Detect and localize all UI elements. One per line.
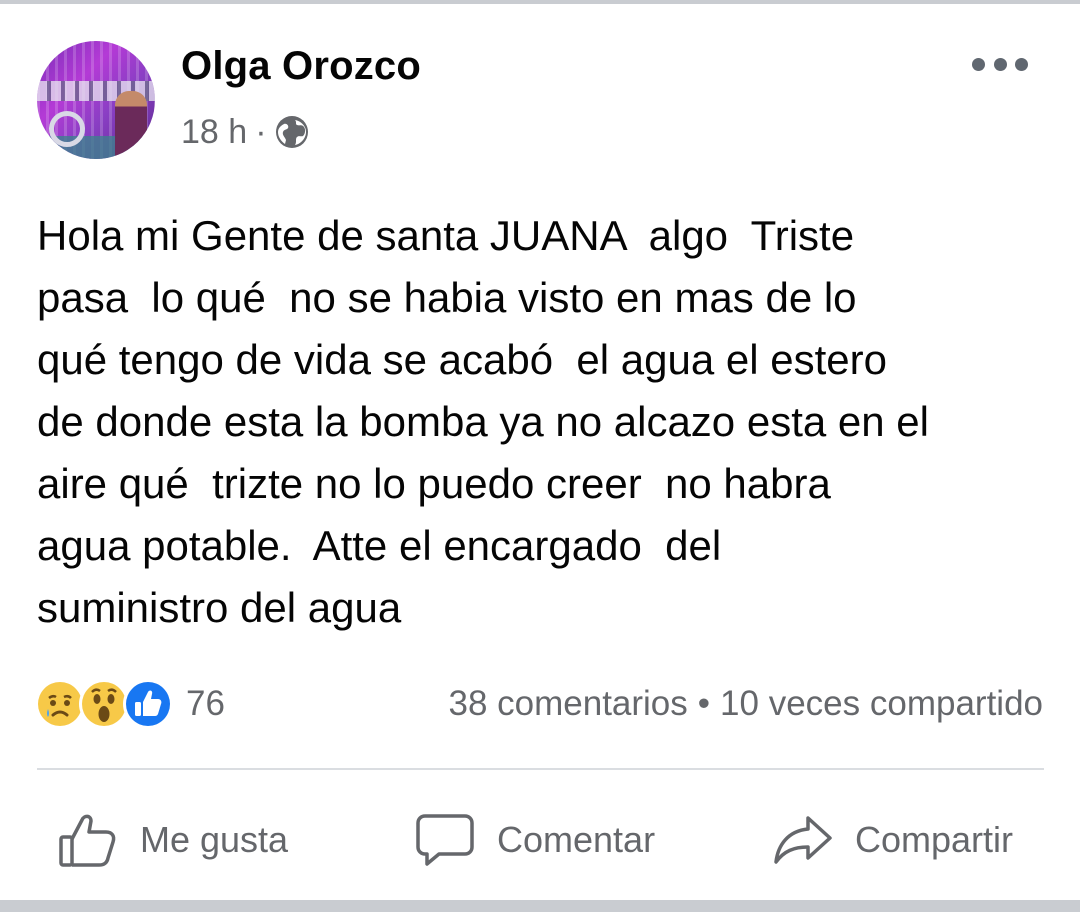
globe-icon[interactable] <box>275 115 309 149</box>
comment-button-label: Comentar <box>497 819 656 860</box>
meta-separator: · <box>255 112 267 151</box>
like-reaction-icon <box>123 679 173 729</box>
author-name[interactable]: Olga Orozco <box>181 44 421 89</box>
author-avatar[interactable] <box>37 41 155 159</box>
share-icon <box>774 816 832 864</box>
more-dot <box>993 57 1007 71</box>
like-button-label: Me gusta <box>140 819 289 860</box>
stats-separator: • <box>697 684 711 723</box>
bottom-border <box>0 900 1080 912</box>
avatar-decoration <box>115 91 147 159</box>
post-header: Olga Orozco 18 h · <box>0 0 1080 170</box>
reactions-summary[interactable]: 76 <box>34 676 225 732</box>
post-timestamp[interactable]: 18 h <box>181 113 247 152</box>
thumbs-up-icon <box>59 814 116 867</box>
more-options-icon[interactable] <box>972 52 1028 76</box>
share-button-label: Compartir <box>855 819 1014 860</box>
divider <box>37 768 1044 770</box>
comments-count-link[interactable]: 38 comentarios <box>448 684 687 723</box>
more-dot <box>972 57 985 71</box>
shares-count-link[interactable]: 10 veces compartido <box>720 684 1043 723</box>
post-action-bar: Me gusta Comentar Compartir <box>0 790 1080 890</box>
comment-icon <box>416 814 474 866</box>
share-button[interactable]: Compartir <box>773 800 1013 880</box>
more-dot <box>1015 57 1028 71</box>
like-button[interactable]: Me gusta <box>58 800 288 880</box>
post-meta: 18 h · <box>181 112 309 152</box>
avatar-decoration <box>49 111 85 147</box>
reaction-count: 76 <box>186 684 225 723</box>
post-body-text: Hola mi Gente de santa JUANA algo Triste… <box>37 212 929 631</box>
comment-button[interactable]: Comentar <box>415 800 655 880</box>
engagement-stats: 38 comentarios • 10 veces compartido <box>448 680 1043 728</box>
